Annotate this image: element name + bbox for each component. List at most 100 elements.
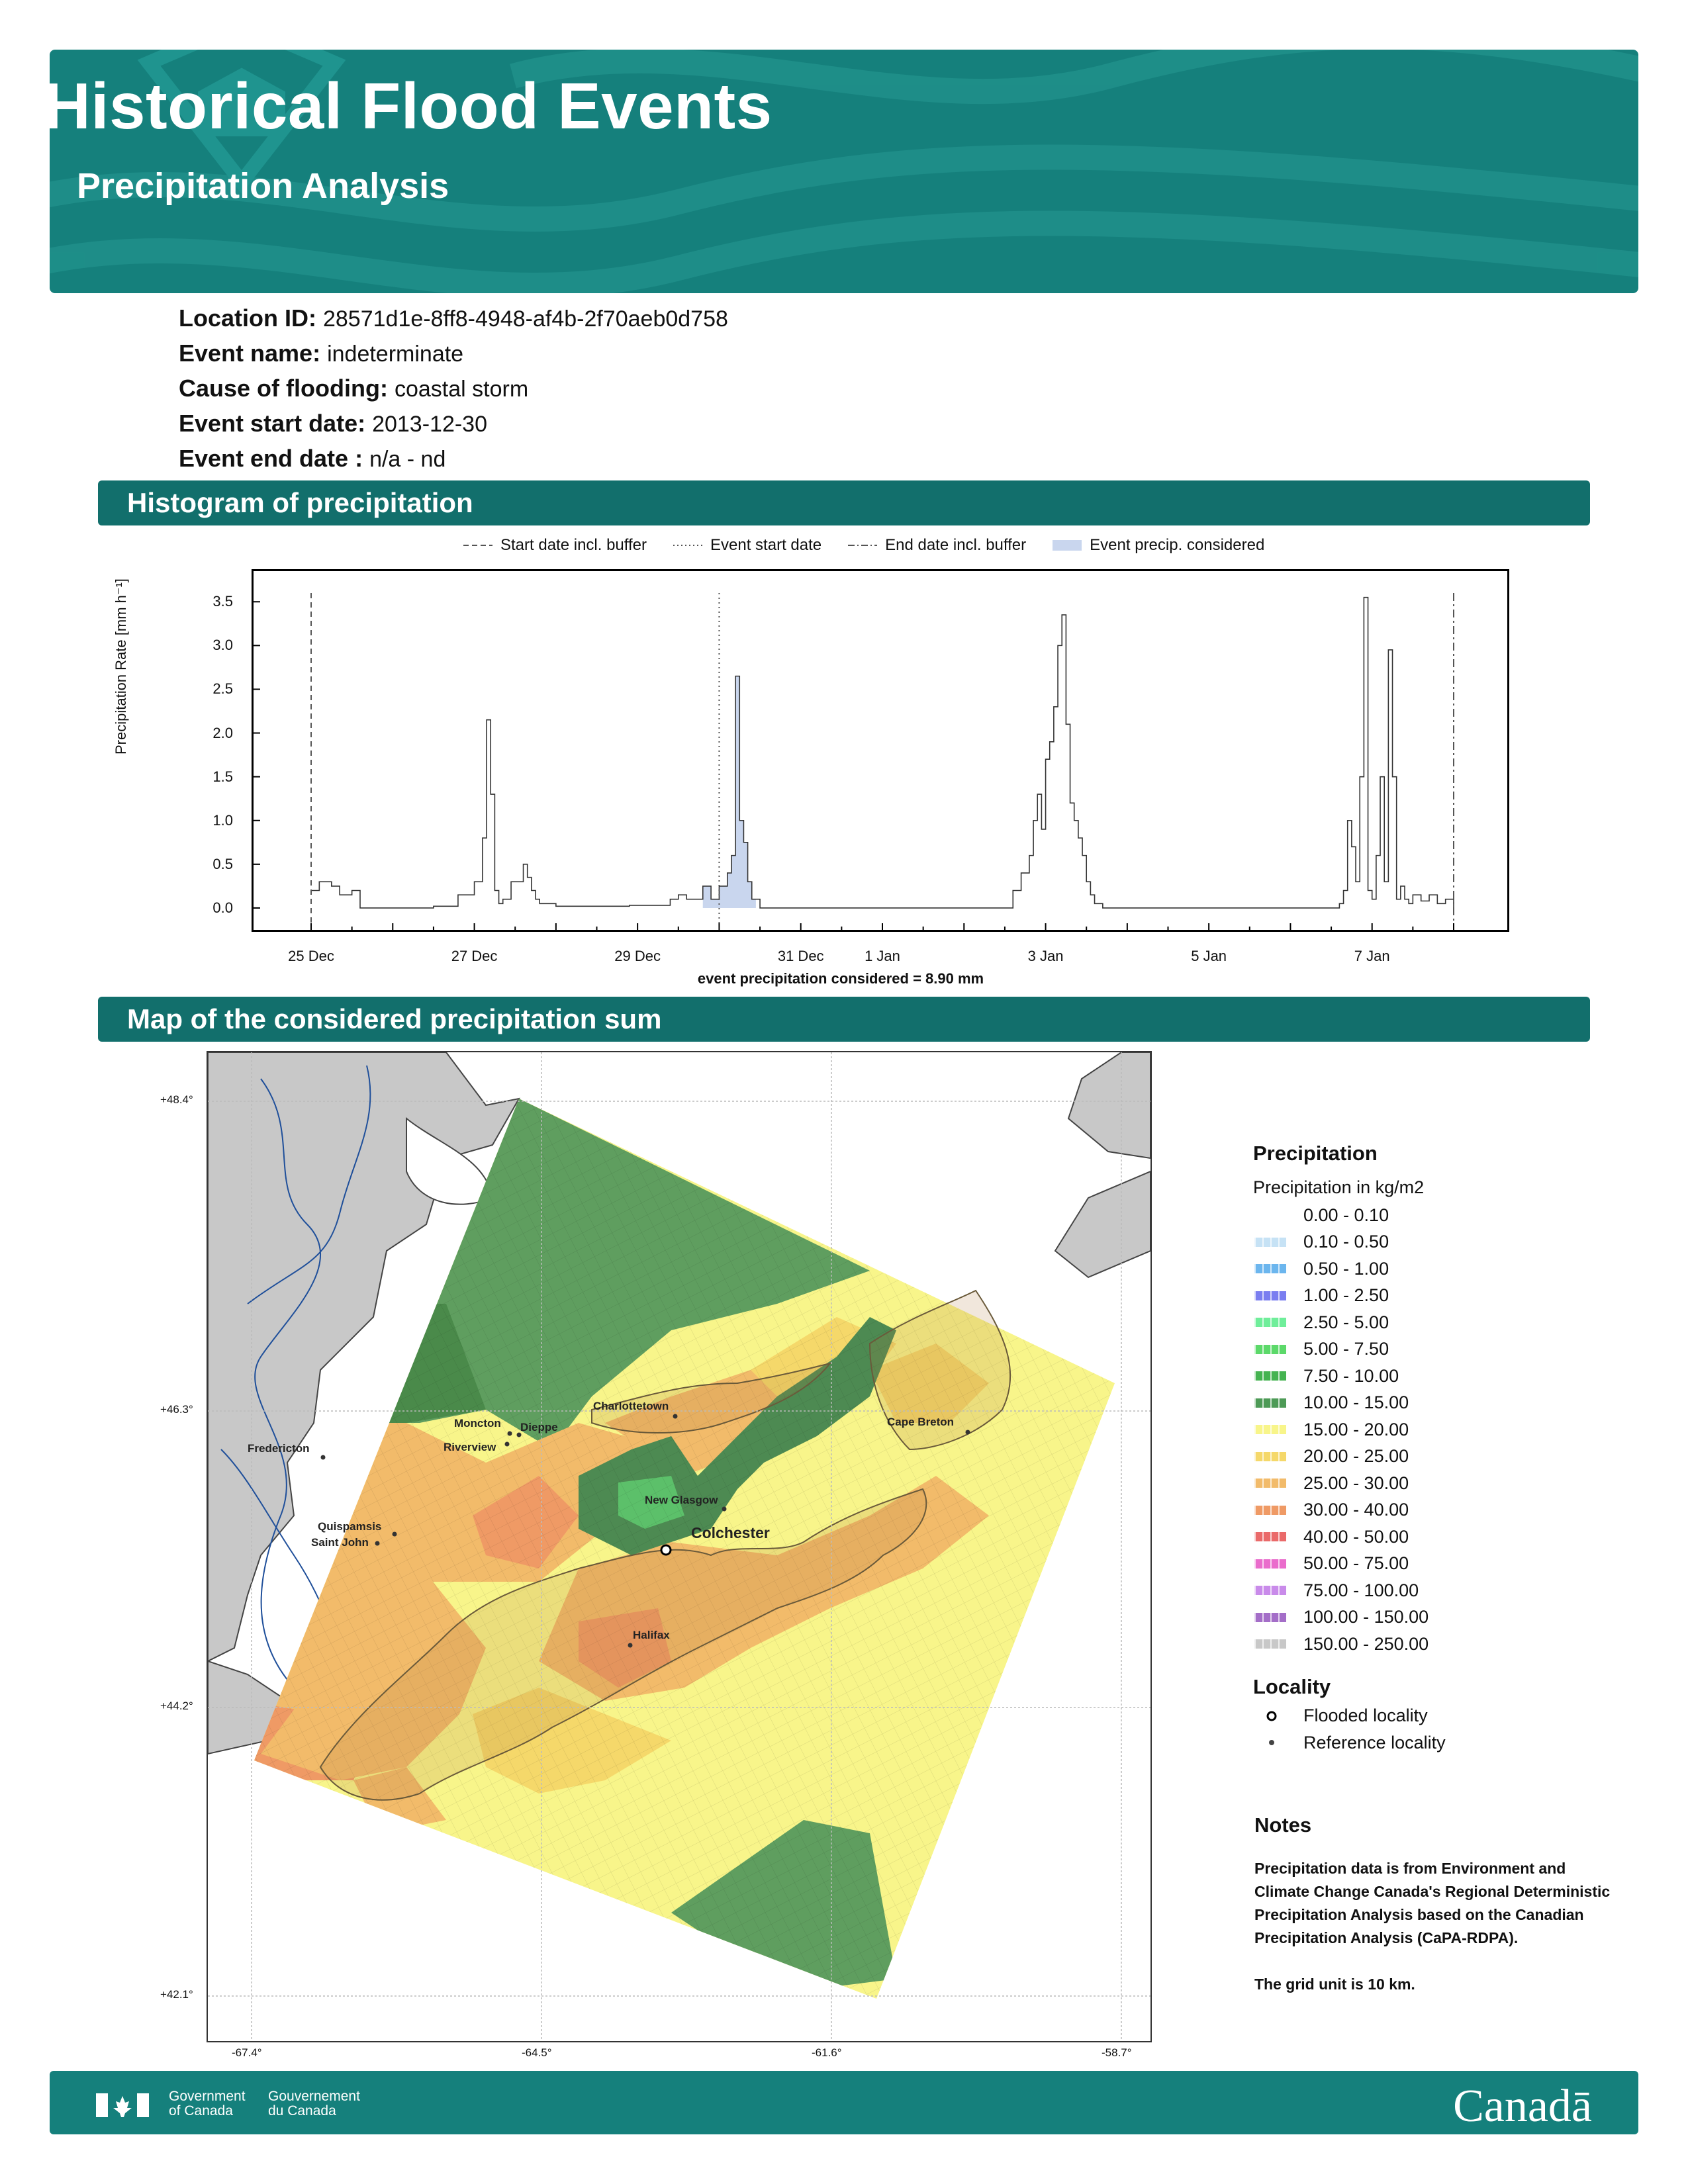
legend-swatch bbox=[1254, 1586, 1286, 1596]
label-riverview: Riverview bbox=[444, 1441, 496, 1453]
y-tick-label: 1.5 bbox=[212, 768, 233, 785]
town-charlottetown bbox=[673, 1414, 678, 1419]
y-axis-label: Precipitation Rate [mm h⁻¹] bbox=[113, 578, 129, 754]
legend-class-label: 10.00 - 15.00 bbox=[1303, 1392, 1409, 1413]
lat-label: +44.2° bbox=[160, 1700, 193, 1712]
locality-title: Locality bbox=[1253, 1674, 1331, 1698]
label-quispamsis: Quispamsis bbox=[318, 1520, 381, 1533]
legend-class-row: 100.00 - 150.00 bbox=[1253, 1604, 1446, 1631]
legend-subtitle: Precipitation in kg/m2 bbox=[1253, 1177, 1425, 1197]
legend-class-label: 75.00 - 100.00 bbox=[1303, 1580, 1419, 1600]
map-legend: Precipitation Precipitation in kg/m2 0.0… bbox=[1253, 1142, 1446, 1756]
x-tick-label: 3 Jan bbox=[1027, 948, 1064, 964]
gov-fr-line1: Gouvernement bbox=[268, 2089, 360, 2104]
legend-swatch bbox=[1254, 1210, 1286, 1220]
notes-grid: The grid unit is 10 km. bbox=[1254, 1976, 1415, 1993]
event-metadata: Location ID: 28571d1e-8ff8-4948-af4b-2f70… bbox=[179, 301, 728, 477]
lon-label: -61.6° bbox=[812, 2046, 842, 2059]
legend-class-label: 20.00 - 25.00 bbox=[1303, 1446, 1409, 1467]
town-saint-john bbox=[375, 1541, 380, 1546]
legend-class-label: 30.00 - 40.00 bbox=[1303, 1500, 1409, 1520]
legend-swatch bbox=[1254, 1639, 1286, 1649]
legend-swatch bbox=[1254, 1505, 1286, 1515]
x-tick-label: 29 Dec bbox=[614, 948, 661, 964]
gov-en: Government of Canada bbox=[169, 2089, 246, 2118]
legend-label: Event precip. considered bbox=[1090, 536, 1265, 554]
legend-class-row: 40.00 - 50.00 bbox=[1253, 1524, 1446, 1551]
notes: Notes Precipitation data is from Environ… bbox=[1254, 1813, 1612, 1996]
legend-class-label: 0.10 - 0.50 bbox=[1303, 1232, 1389, 1252]
legend-class-row: 0.00 - 0.10 bbox=[1253, 1202, 1446, 1229]
legend-label: End date incl. buffer bbox=[885, 536, 1027, 554]
y-tick-label: 3.5 bbox=[212, 593, 233, 610]
legend-class-row: 15.00 - 20.00 bbox=[1253, 1416, 1446, 1443]
town-quispamsis bbox=[392, 1531, 397, 1537]
town-moncton bbox=[507, 1431, 512, 1436]
notes-text: Precipitation data is from Environment a… bbox=[1254, 1860, 1611, 1946]
gov-fr: Gouvernement du Canada bbox=[268, 2089, 360, 2118]
start-date-label: Event start date: bbox=[179, 410, 366, 437]
notes-title: Notes bbox=[1254, 1813, 1312, 1837]
legend-class-row: 5.00 - 7.50 bbox=[1253, 1336, 1446, 1363]
y-tick-label: 2.5 bbox=[212, 680, 233, 698]
event-precip-summary: event precipitation considered = 8.90 mm bbox=[697, 970, 984, 987]
town-new-glasgow bbox=[722, 1506, 727, 1512]
lat-label: +46.3° bbox=[160, 1403, 193, 1416]
precip-series-line bbox=[311, 596, 1454, 909]
legend-class-label: 5.00 - 7.50 bbox=[1303, 1339, 1389, 1359]
cause-label: Cause of flooding: bbox=[179, 375, 388, 402]
legend-swatch bbox=[1254, 1398, 1286, 1408]
y-tick-label: 2.0 bbox=[212, 724, 233, 741]
map-section-title: Map of the considered precipitation sum bbox=[98, 997, 1590, 1042]
gov-en-line2: of Canada bbox=[169, 2103, 233, 2118]
flooded-label: Flooded locality bbox=[1303, 1706, 1428, 1726]
legend-class-label: 40.00 - 50.00 bbox=[1303, 1526, 1409, 1547]
x-tick-label: 27 Dec bbox=[451, 948, 498, 964]
precipitation-map[interactable]: Fredericton Moncton Dieppe Riverview Cha… bbox=[207, 1051, 1152, 2042]
y-tick-label: 0.0 bbox=[212, 899, 233, 916]
precipitation-chart bbox=[252, 569, 1509, 932]
legend-class-label: 2.50 - 5.00 bbox=[1303, 1312, 1389, 1332]
legend-swatch bbox=[1254, 1318, 1286, 1328]
location-id-value: 28571d1e-8ff8-4948-af4b-2f70aeb0d758 bbox=[322, 306, 728, 332]
x-tick-label: 1 Jan bbox=[865, 948, 900, 964]
legend-class-row: 0.10 - 0.50 bbox=[1253, 1229, 1446, 1256]
legend-class-row: 1.00 - 2.50 bbox=[1253, 1283, 1446, 1310]
legend-swatch bbox=[1254, 1344, 1286, 1354]
gov-fr-line2: du Canada bbox=[268, 2103, 336, 2118]
legend-item-start-buffer: Start date incl. buffer bbox=[463, 536, 647, 555]
legend-item-event-precip: Event precip. considered bbox=[1053, 536, 1264, 555]
legend-class-row: 150.00 - 250.00 bbox=[1253, 1631, 1446, 1658]
end-date-label: Event end date : bbox=[179, 445, 363, 472]
lat-label: +48.4° bbox=[160, 1093, 193, 1106]
legend-class-label: 100.00 - 150.00 bbox=[1303, 1607, 1429, 1627]
legend-class-row: 75.00 - 100.00 bbox=[1253, 1577, 1446, 1604]
town-cape-breton bbox=[965, 1430, 970, 1435]
legend-swatch bbox=[1254, 1532, 1286, 1542]
label-halifax: Halifax bbox=[633, 1629, 670, 1641]
canada-wordmark: Canadā bbox=[1453, 2081, 1592, 2132]
page-title: Historical Flood Events bbox=[44, 69, 773, 142]
event-name-label: Event name: bbox=[179, 340, 321, 367]
x-tick-label: 7 Jan bbox=[1354, 948, 1390, 964]
legend-class-label: 7.50 - 10.00 bbox=[1303, 1365, 1399, 1386]
legend-class-row: 50.00 - 75.00 bbox=[1253, 1551, 1446, 1578]
lat-label: +42.1° bbox=[160, 1988, 193, 2001]
page-subtitle: Precipitation Analysis bbox=[77, 166, 449, 206]
legend-class-row: 30.00 - 40.00 bbox=[1253, 1497, 1446, 1524]
legend-item-end-buffer: End date incl. buffer bbox=[848, 536, 1026, 555]
footer: Government of Canada Gouvernement du Canad… bbox=[50, 2071, 1638, 2134]
town-halifax bbox=[628, 1643, 633, 1648]
canada-flag-icon bbox=[96, 2093, 149, 2117]
y-tick-label: 1.0 bbox=[212, 811, 233, 829]
map-canvas: Fredericton Moncton Dieppe Riverview Cha… bbox=[208, 1052, 1150, 2041]
chart-canvas bbox=[254, 593, 1454, 930]
x-tick-label: 31 Dec bbox=[777, 948, 824, 964]
legend-class-row: 7.50 - 10.00 bbox=[1253, 1363, 1446, 1390]
legend-class-row: 2.50 - 5.00 bbox=[1253, 1309, 1446, 1336]
legend-class-label: 1.00 - 2.50 bbox=[1303, 1285, 1389, 1306]
lon-label: -67.4° bbox=[232, 2046, 262, 2059]
x-tick-label: 25 Dec bbox=[288, 948, 334, 964]
legend-class-label: 0.00 - 0.10 bbox=[1303, 1205, 1389, 1225]
location-id-label: Location ID: bbox=[179, 304, 316, 332]
